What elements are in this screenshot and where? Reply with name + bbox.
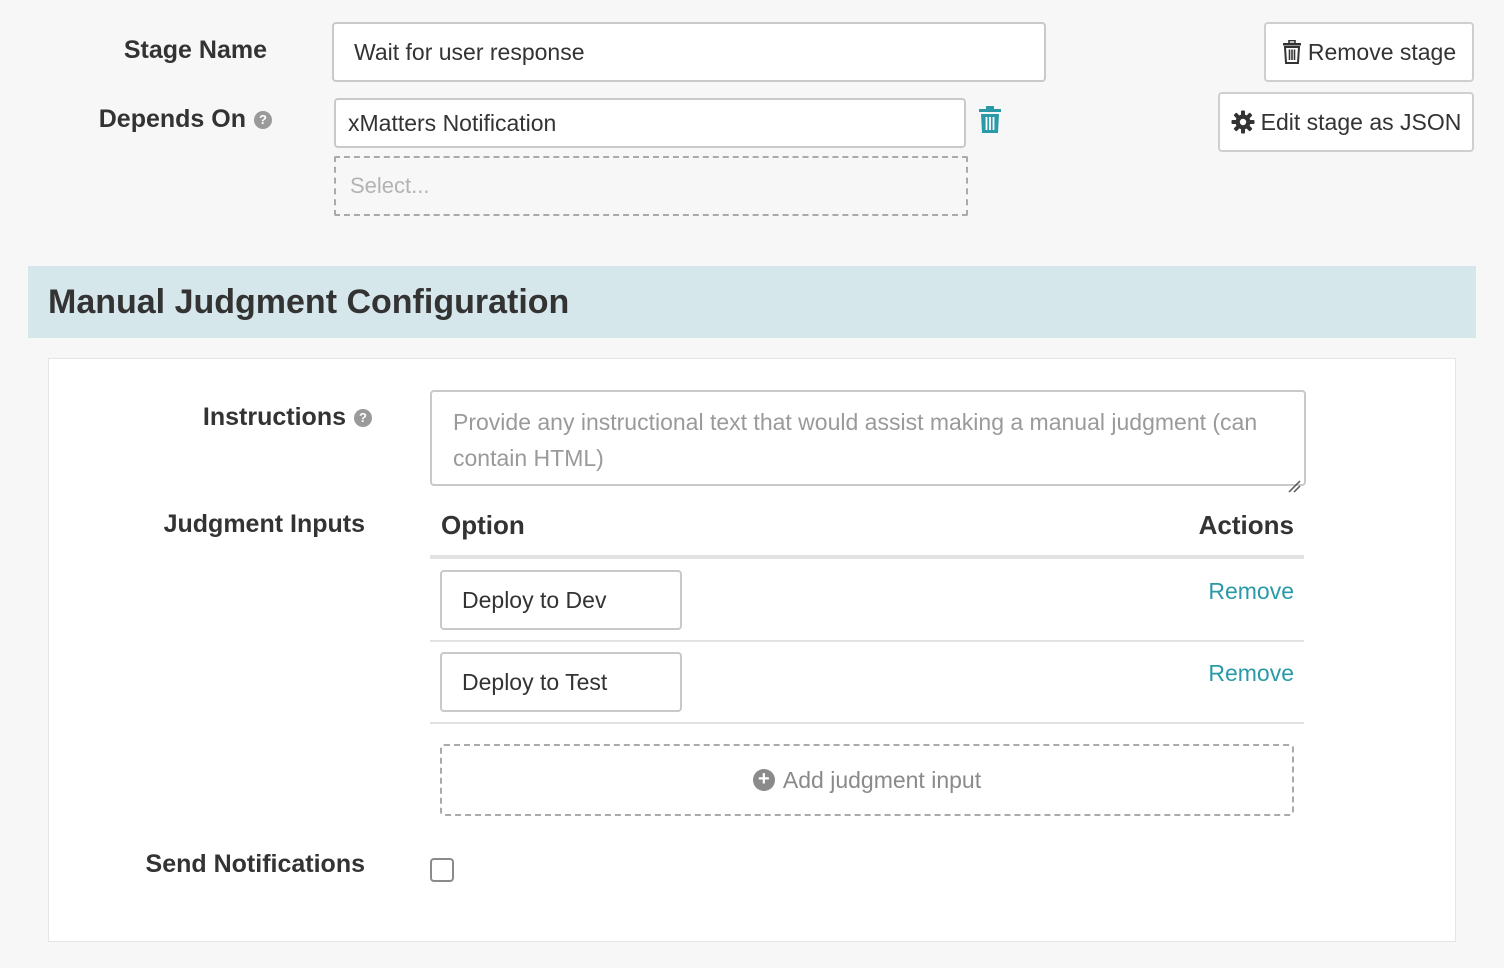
instructions-placeholder: Provide any instructional text that woul…: [453, 409, 1258, 471]
add-judgment-input-button[interactable]: + Add judgment input: [440, 744, 1294, 816]
actions-column-header: Actions: [1198, 510, 1294, 540]
instructions-textarea[interactable]: Provide any instructional text that woul…: [430, 390, 1306, 493]
judgment-input-value: Deploy to Dev: [462, 586, 607, 613]
depends-on-value-field[interactable]: xMatters Notification: [334, 98, 966, 148]
gear-icon: [1231, 110, 1255, 134]
section-title: Manual Judgment Configuration: [48, 282, 570, 321]
edit-stage-json-label: Edit stage as JSON: [1260, 108, 1462, 135]
depends-on-label: Depends On?: [40, 105, 272, 139]
depends-on-text: Depends On: [98, 105, 246, 133]
resize-handle-icon[interactable]: [1287, 467, 1301, 493]
edit-stage-json-button[interactable]: Edit stage as JSON: [1218, 92, 1474, 152]
depends-on-select[interactable]: Select...: [334, 156, 968, 216]
stage-name-label: Stage Name: [123, 36, 267, 64]
row-divider: [430, 640, 1304, 642]
section-header: Manual Judgment Configuration: [28, 266, 1476, 338]
remove-stage-button[interactable]: Remove stage: [1264, 22, 1474, 82]
question-circle-icon[interactable]: ?: [354, 409, 372, 427]
remove-judgment-input-link[interactable]: Remove: [1194, 660, 1294, 690]
question-circle-icon[interactable]: ?: [254, 111, 272, 129]
send-notifications-checkbox[interactable]: [430, 858, 454, 882]
header-divider: [430, 555, 1304, 559]
judgment-inputs-label: Judgment Inputs: [163, 510, 365, 538]
option-column-header: Option: [441, 510, 525, 540]
instructions-text: Instructions: [202, 403, 346, 431]
judgment-input-value: Deploy to Test: [462, 668, 608, 695]
stage-name-input[interactable]: Wait for user response: [332, 22, 1046, 82]
stage-name-value: Wait for user response: [354, 38, 585, 65]
judgment-input-field[interactable]: Deploy to Dev: [440, 570, 682, 630]
add-judgment-input-label: Add judgment input: [782, 766, 982, 793]
trash-icon: [1282, 40, 1302, 64]
select-placeholder: Select...: [350, 173, 430, 198]
send-notifications-label: Send Notifications: [145, 850, 365, 878]
row-divider: [430, 722, 1304, 724]
remove-judgment-input-link[interactable]: Remove: [1194, 578, 1294, 608]
trash-icon[interactable]: [978, 106, 1002, 134]
plus-circle-icon: +: [752, 769, 775, 791]
remove-stage-label: Remove stage: [1307, 38, 1457, 65]
instructions-label: Instructions?: [150, 403, 372, 437]
depends-on-value: xMatters Notification: [348, 109, 557, 136]
judgment-input-field[interactable]: Deploy to Test: [440, 652, 682, 712]
